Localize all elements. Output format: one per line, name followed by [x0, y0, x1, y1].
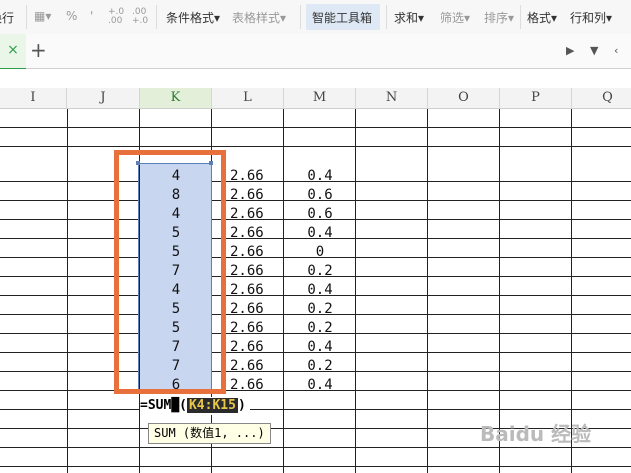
cell-l-row-11[interactable]: 2.66	[230, 357, 280, 376]
format-label: 格式	[527, 11, 552, 25]
column-header-row: I J K L M N O P Q	[0, 88, 631, 109]
cell-m-row-4[interactable]: 0.4	[284, 224, 356, 243]
cell-m-row-9[interactable]: 0.2	[284, 319, 356, 338]
sum-button[interactable]: 求和▾	[394, 9, 424, 26]
cell-m-row-2[interactable]: 0.6	[284, 186, 356, 205]
watermark-logo: Baidu 经验	[480, 422, 592, 446]
filter-button[interactable]: 筛选▾	[440, 9, 470, 26]
ribbon-toolbar: 换行 ▦▾ % ' +.0 .00 .00 +.0 条件格式▾ 表格样式▾ 智能…	[0, 0, 631, 34]
grid-line	[0, 146, 631, 147]
toolbar-divider	[156, 5, 157, 29]
formula-bar-gap	[0, 69, 631, 88]
cell-m-row-7[interactable]: 0.4	[284, 281, 356, 300]
column-header-n[interactable]: N	[356, 88, 428, 108]
cell-l-row-6[interactable]: 2.66	[230, 262, 280, 281]
chevron-down-icon: ▾	[418, 11, 425, 25]
row-col-label: 行和列	[570, 11, 607, 25]
document-tab-bar: × + ▶ ▼ ‹	[0, 34, 631, 70]
chevron-down-icon: ▾	[464, 11, 471, 25]
column-header-m[interactable]: M	[284, 88, 356, 108]
toolbar-divider	[386, 5, 387, 29]
cell-m-row-3[interactable]: 0.6	[284, 205, 356, 224]
highlight-box	[114, 150, 226, 394]
cursor-block-icon: █	[171, 398, 180, 413]
cell-l-row-9[interactable]: 2.66	[230, 319, 280, 338]
formula-input-cell[interactable]: =SUM█(K4:K15)	[140, 397, 250, 415]
cell-l-row-3[interactable]: 2.66	[230, 205, 280, 224]
grid-line	[0, 127, 631, 128]
cell-l-row-10[interactable]: 2.66	[230, 338, 280, 357]
currency-format-icon[interactable]: ▦▾	[34, 9, 51, 23]
toolbar-divider	[300, 5, 301, 29]
toolbar-divider	[520, 5, 521, 29]
sort-label: 排序	[484, 11, 509, 25]
wrap-text-button[interactable]: 换行	[0, 9, 14, 26]
cell-m-row-8[interactable]: 0.2	[284, 300, 356, 319]
chevron-down-icon: ▾	[606, 11, 613, 25]
column-header-p[interactable]: P	[500, 88, 572, 108]
chevron-down-icon: ▾	[214, 11, 221, 25]
grid-line	[0, 447, 631, 448]
conditional-format-label: 条件格式	[166, 11, 215, 25]
sum-label: 求和	[394, 11, 419, 25]
column-header-j[interactable]: J	[67, 88, 140, 108]
formula-open-paren: (	[179, 398, 187, 413]
formula-close-paren: )	[237, 398, 246, 413]
percent-button[interactable]: %	[66, 9, 77, 23]
chevron-left-icon[interactable]: ‹	[614, 44, 626, 57]
cell-m-row-5[interactable]: 0	[284, 243, 356, 262]
column-header-l[interactable]: L	[212, 88, 284, 108]
column-header-i[interactable]: I	[0, 88, 67, 108]
table-style-button[interactable]: 表格样式▾	[232, 9, 286, 26]
cell-m-row-11[interactable]: 0.2	[284, 357, 356, 376]
grid-line	[67, 109, 68, 473]
filter-view-icon[interactable]: ▼	[590, 44, 602, 57]
column-header-o[interactable]: O	[428, 88, 500, 108]
cell-m-row-6[interactable]: 0.2	[284, 262, 356, 281]
cell-m-row-10[interactable]: 0.4	[284, 338, 356, 357]
screen-record-icon[interactable]: ▶	[566, 44, 578, 57]
sort-button[interactable]: 排序▾	[484, 9, 514, 26]
cell-l-row-5[interactable]: 2.66	[230, 243, 280, 262]
grid-line	[0, 466, 631, 467]
table-style-label: 表格样式	[232, 11, 281, 25]
cell-m-row-12[interactable]: 0.4	[284, 376, 356, 395]
formula-range-ref: K4:K15	[186, 398, 238, 413]
filter-label: 筛选	[440, 11, 465, 25]
format-button[interactable]: 格式▾	[527, 9, 557, 26]
column-header-k[interactable]: K	[140, 88, 212, 108]
cell-l-row-2[interactable]: 2.66	[230, 186, 280, 205]
smart-toolbox-button[interactable]: 智能工具箱	[312, 9, 372, 26]
chevron-down-icon: ▾	[551, 11, 558, 25]
chevron-down-icon: ▾	[280, 11, 287, 25]
cell-l-row-7[interactable]: 2.66	[230, 281, 280, 300]
grid-line	[427, 109, 428, 473]
row-col-button[interactable]: 行和列▾	[570, 9, 612, 26]
increase-decimal-button[interactable]: +.0 .00	[108, 8, 126, 26]
cell-l-row-12[interactable]: 2.66	[230, 376, 280, 395]
thousands-separator-button[interactable]: '	[90, 9, 93, 23]
toolbar-divider	[26, 5, 27, 29]
function-tooltip: SUM (数值1, ...)	[148, 423, 271, 444]
new-tab-icon[interactable]: +	[30, 38, 47, 62]
cell-m-row-1[interactable]: 0.4	[284, 167, 356, 186]
cell-l-row-8[interactable]: 2.66	[230, 300, 280, 319]
close-tab-icon[interactable]: ×	[0, 34, 26, 70]
column-header-q[interactable]: Q	[572, 88, 631, 108]
conditional-format-button[interactable]: 条件格式▾	[166, 9, 220, 26]
decrease-decimal-button[interactable]: .00 +.0	[132, 8, 150, 26]
cell-l-row-4[interactable]: 2.66	[230, 224, 280, 243]
chevron-down-icon: ▾	[508, 11, 515, 25]
grid-line	[0, 409, 631, 410]
formula-function: =SUM	[140, 398, 172, 413]
cell-l-row-1[interactable]: 2.66	[230, 167, 280, 186]
